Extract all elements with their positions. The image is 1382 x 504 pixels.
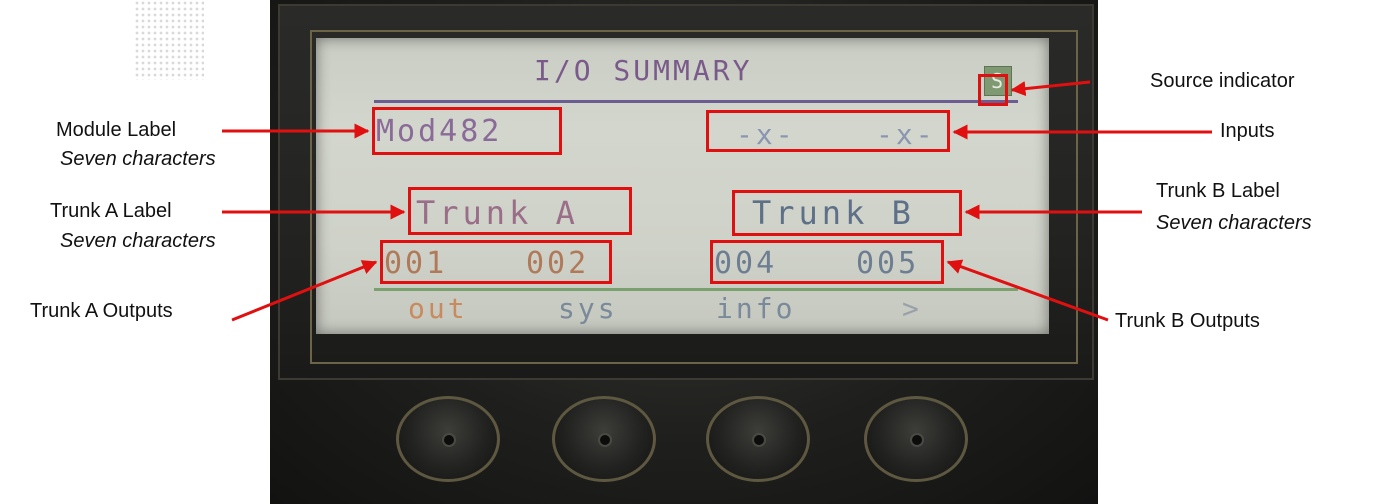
arrow-trunk-a-outputs <box>231 260 378 322</box>
note-trunk-a-label: Seven characters <box>60 230 216 252</box>
note-trunk-b-label: Seven characters <box>1156 212 1312 234</box>
arrow-source-indicator <box>1010 80 1091 97</box>
label-trunk-a-outputs: Trunk A Outputs <box>30 300 173 322</box>
arrow-trunk-b-outputs <box>946 259 1109 322</box>
label-trunk-a-label: Trunk A Label <box>50 200 172 222</box>
label-trunk-b-outputs: Trunk B Outputs <box>1115 310 1260 332</box>
label-inputs: Inputs <box>1220 120 1275 142</box>
label-trunk-b-label: Trunk B Label <box>1156 180 1280 202</box>
note-module-label: Seven characters <box>60 148 216 170</box>
label-module-label: Module Label <box>56 119 177 141</box>
annotated-device-photo: I/O SUMMARY S Mod482 -x- -x- Trunk A Tru… <box>0 0 1382 504</box>
label-source-indicator: Source indicator <box>1150 70 1295 92</box>
